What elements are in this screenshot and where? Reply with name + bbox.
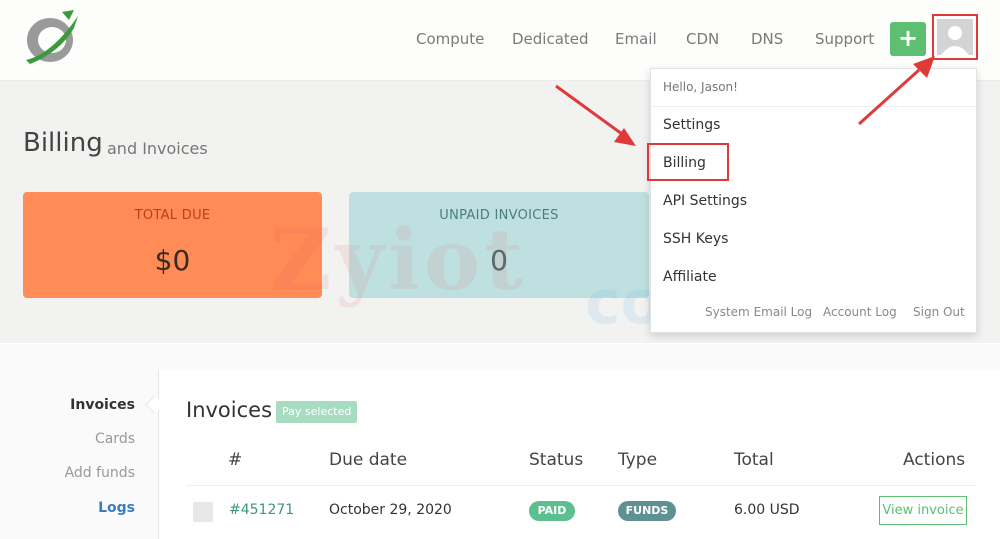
row-select-checkbox[interactable] xyxy=(193,502,213,522)
avatar[interactable] xyxy=(937,19,973,55)
table-divider xyxy=(186,485,976,486)
column-header-due-date: Due date xyxy=(329,450,408,470)
status-badge: PAID xyxy=(529,501,575,521)
type-badge: FUNDS xyxy=(618,501,676,521)
nav-email[interactable]: Email xyxy=(615,30,657,48)
page-title: Billing xyxy=(23,128,103,158)
column-header-total: Total xyxy=(734,450,774,470)
sidebar-item-invoices[interactable]: Invoices xyxy=(55,397,135,413)
view-invoice-button[interactable]: View invoice xyxy=(879,496,967,525)
invoices-title: Invoices xyxy=(186,398,273,422)
column-header-type: Type xyxy=(618,450,658,470)
footer-link-sign-out[interactable]: Sign Out xyxy=(913,305,965,319)
pay-selected-button[interactable]: Pay selected xyxy=(276,401,358,423)
menu-item-ssh-keys[interactable]: SSH Keys xyxy=(663,231,728,247)
nav-dedicated[interactable]: Dedicated xyxy=(512,30,589,48)
menu-item-api-settings[interactable]: API Settings xyxy=(663,193,747,209)
sidebar-item-cards[interactable]: Cards xyxy=(55,431,135,447)
unpaid-invoices-label: UNPAID INVOICES xyxy=(439,208,559,223)
user-dropdown-menu: Hello, Jason! Settings Billing API Setti… xyxy=(647,68,977,333)
footer-link-account-log[interactable]: Account Log xyxy=(823,305,897,319)
nav-cdn[interactable]: CDN xyxy=(686,30,719,48)
avatar-highlight-box xyxy=(932,14,978,60)
nav-dns[interactable]: DNS xyxy=(751,30,783,48)
total-due-card: TOTAL DUE $0 xyxy=(23,192,322,298)
nav-compute[interactable]: Compute xyxy=(416,30,484,48)
invoice-total: 6.00 USD xyxy=(734,502,800,518)
billing-highlight-box xyxy=(647,143,729,181)
logo-icon[interactable] xyxy=(22,6,84,66)
page-subtitle: and Invoices xyxy=(107,139,208,158)
sidebar-divider xyxy=(158,370,159,539)
menu-item-settings[interactable]: Settings xyxy=(663,117,720,133)
nav-support[interactable]: Support xyxy=(815,30,874,48)
total-due-label: TOTAL DUE xyxy=(134,208,211,223)
add-new-button[interactable]: + xyxy=(890,22,926,56)
dropdown-divider xyxy=(651,106,976,107)
column-header-number: # xyxy=(228,450,243,470)
column-header-actions: Actions xyxy=(903,450,966,470)
sidebar-item-logs[interactable]: Logs xyxy=(55,500,135,516)
total-due-value: $0 xyxy=(154,244,191,277)
user-icon xyxy=(941,26,969,55)
sidebar-item-add-funds[interactable]: Add funds xyxy=(55,465,135,481)
menu-item-affiliate[interactable]: Affiliate xyxy=(663,269,717,285)
unpaid-invoices-card: UNPAID INVOICES 0 xyxy=(349,192,649,298)
dropdown-greeting: Hello, Jason! xyxy=(663,80,738,94)
unpaid-invoices-value: 0 xyxy=(490,244,508,277)
invoice-due-date: October 29, 2020 xyxy=(329,502,452,518)
invoice-number-link[interactable]: #451271 xyxy=(229,502,294,518)
column-header-status: Status xyxy=(529,450,584,470)
footer-link-system-email-log[interactable]: System Email Log xyxy=(705,305,812,319)
